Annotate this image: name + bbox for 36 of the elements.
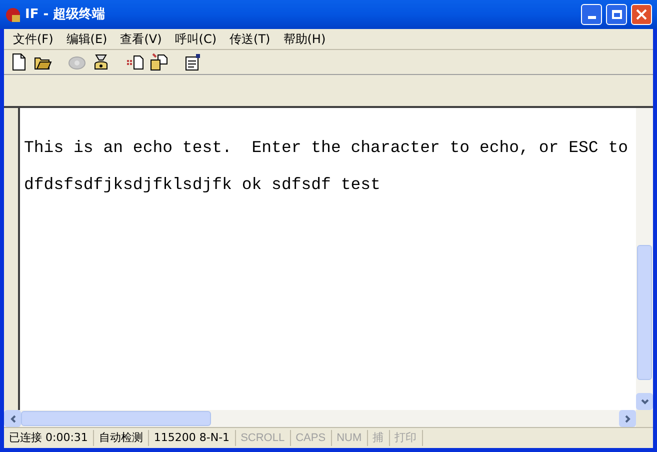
- horizontal-scrollbar[interactable]: [4, 410, 636, 427]
- status-field: 自动检测: [94, 430, 149, 446]
- status-field: 打印: [390, 430, 423, 446]
- status-field: 已连接 0:00:31: [4, 430, 94, 446]
- receive-file-icon[interactable]: [150, 53, 168, 71]
- close-icon: [636, 9, 647, 20]
- menu-item[interactable]: 帮助(H): [283, 30, 326, 48]
- scroll-right-button[interactable]: [619, 410, 636, 427]
- chevron-right-icon: [624, 414, 630, 422]
- menu-item[interactable]: 传送(T): [230, 30, 270, 48]
- close-button[interactable]: [631, 4, 652, 25]
- window-title: IF - 超级终端: [25, 6, 106, 24]
- new-document-icon[interactable]: [10, 53, 28, 71]
- status-field: 捕: [368, 430, 390, 446]
- terminal-line: This is an echo test. Enter the character to echo, or ESC to: [24, 137, 629, 159]
- menu-item[interactable]: 编辑(E): [66, 30, 108, 48]
- scroll-down-button[interactable]: [636, 393, 653, 410]
- minimize-button[interactable]: [581, 4, 602, 25]
- terminal-line: dfdsfsdfjksdjfklsdjfk ok sdfsdf test: [24, 174, 382, 196]
- menu-item[interactable]: 查看(V): [120, 30, 162, 48]
- status-field: SCROLL: [236, 430, 291, 446]
- status-field: CAPS: [290, 430, 332, 446]
- menu-item[interactable]: 文件(F): [13, 30, 54, 48]
- status-field: NUM: [332, 430, 368, 446]
- app-icon: [5, 6, 21, 22]
- chevron-left-icon: [10, 414, 16, 422]
- scroll-left-button[interactable]: [4, 410, 21, 427]
- status-field: 115200 8-N-1: [148, 430, 236, 446]
- scrollbar-thumb[interactable]: [637, 245, 652, 380]
- menu-item[interactable]: 呼叫(C): [174, 30, 217, 48]
- send-file-icon[interactable]: [126, 53, 144, 71]
- maximize-button[interactable]: [606, 4, 627, 25]
- vertical-scrollbar[interactable]: [636, 108, 653, 410]
- scrollbar-thumb[interactable]: [21, 411, 211, 426]
- chevron-down-icon: [640, 398, 648, 404]
- properties-icon[interactable]: [184, 53, 202, 71]
